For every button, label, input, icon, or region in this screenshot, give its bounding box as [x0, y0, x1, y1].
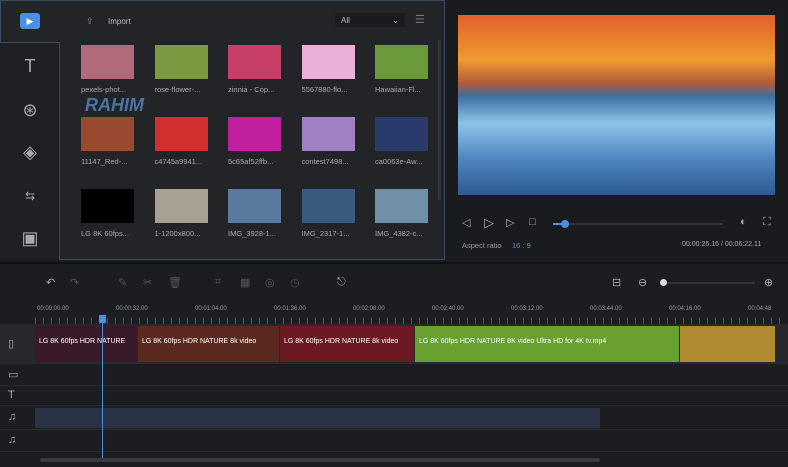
media-name: IMG_2317-1... [301, 229, 350, 238]
ruler-tick-label: 00:02:40.00 [432, 306, 464, 312]
video-clip[interactable]: LG 8K 60fps HDR NATURE 8k video [138, 326, 279, 362]
media-thumbnail[interactable] [375, 45, 428, 79]
record-icon[interactable]: ⎋ [337, 276, 346, 289]
media-thumbnail[interactable] [81, 117, 134, 151]
media-name: IMG_4382-c... [375, 229, 423, 238]
filter-value: All [341, 16, 350, 25]
undo-icon[interactable]: ↶ [46, 276, 55, 289]
text-track-icon: T [8, 389, 15, 401]
ruler-tick-label: 00:04:16.00 [669, 306, 701, 312]
audio-clip[interactable] [35, 408, 600, 428]
media-name: IMG_3928-1... [228, 229, 276, 238]
video-clip[interactable]: LG 8K 60fps HDR NATURE 8K video Ultra HD… [415, 326, 679, 362]
ruler-tick-label: 00:03:12.00 [511, 306, 543, 312]
delete-icon[interactable]: 🗑 [168, 276, 182, 289]
media-thumbnail[interactable] [154, 189, 208, 223]
volume-icon[interactable]: ◐ [740, 216, 747, 228]
filters-icon[interactable]: ⊛ [18, 99, 42, 121]
import-button[interactable]: Import [108, 17, 131, 26]
media-name: 1-1200x800... [154, 229, 201, 238]
media-thumbnail[interactable] [301, 117, 355, 151]
library-scrollbar[interactable] [438, 40, 441, 200]
media-thumbnail[interactable] [154, 45, 208, 79]
playback-slider[interactable] [553, 220, 723, 228]
media-thumbnail[interactable] [375, 189, 428, 223]
zoom-slider[interactable] [660, 279, 755, 286]
video-clip[interactable] [680, 326, 775, 362]
media-name: ca0063e-Aw... [375, 157, 423, 166]
media-thumbnail[interactable] [228, 117, 281, 151]
text-icon[interactable]: T [18, 55, 42, 77]
video-clip[interactable]: LG 8K 60fps HDR NATURE 8k video [280, 326, 414, 362]
fit-timeline-icon[interactable]: ⊟ [612, 276, 621, 289]
media-name: LG 8K 60fps... [81, 229, 129, 238]
chevron-down-icon: ⌄ [392, 16, 399, 25]
overlay-track [0, 364, 788, 386]
aspect-ratio-value[interactable]: 16 : 9 [512, 241, 531, 250]
duration-icon[interactable]: ◷ [290, 276, 300, 289]
zoom-out-icon[interactable]: ⊖ [638, 276, 647, 289]
music-track-icon: ♫ [8, 434, 17, 446]
ruler-tick-label: 00:00:32.00 [116, 306, 148, 312]
crop-icon[interactable]: ⌗ [215, 276, 221, 289]
music-track [0, 430, 788, 452]
media-thumbnail[interactable] [228, 45, 281, 79]
time-display: 00:00:26.16 / 00:06:22.11 [682, 241, 762, 248]
media-name: contest7498... [301, 157, 349, 166]
ruler-tick-label: 00:00:00.00 [37, 306, 69, 312]
media-name: 5567880-flo... [301, 85, 348, 94]
media-thumbnail[interactable] [375, 117, 428, 151]
next-frame-icon[interactable]: ▷ [506, 216, 514, 229]
media-thumbnail[interactable] [301, 45, 355, 79]
import-icon[interactable]: ⇪ [86, 16, 94, 27]
prev-frame-icon[interactable]: ◁ [462, 216, 470, 229]
video-track-icon: ▯ [8, 338, 15, 350]
playhead[interactable] [99, 315, 106, 460]
media-thumbnail[interactable] [81, 189, 134, 223]
zoom-in-icon[interactable]: ⊕ [764, 276, 773, 289]
aspect-ratio-label: Aspect ratio [462, 241, 502, 250]
video-clip[interactable]: LG 8K 60fps HDR NATURE [35, 326, 137, 362]
media-tab-button[interactable]: ▶ [20, 13, 40, 29]
ruler-tick-label: 00:02:08.00 [353, 306, 385, 312]
overlay-track-icon: ▭ [8, 369, 19, 381]
transition-icon[interactable]: ⇆ [18, 185, 42, 207]
cut-icon[interactable]: ✂ [143, 276, 152, 289]
media-name: 11147_Red-... [81, 157, 128, 166]
play-icon[interactable]: ▷ [484, 215, 494, 231]
media-thumbnail[interactable] [81, 45, 134, 79]
video-preview [458, 15, 775, 195]
ruler-tick-label: 00:04:48 [748, 306, 772, 312]
speed-icon[interactable]: ◎ [265, 276, 275, 289]
ruler-tick-label: 00:01:04.00 [195, 306, 227, 312]
media-name: Hawaiian-Fl... [375, 85, 421, 94]
overlay-icon[interactable]: ◈ [18, 141, 42, 163]
edit-icon[interactable]: ✎ [118, 276, 127, 289]
redo-icon[interactable]: ↷ [70, 276, 79, 289]
media-name: zinnia - Cop... [228, 85, 275, 94]
watermark-logo: RAHIM [85, 95, 144, 115]
timeline-scrollbar[interactable] [40, 458, 600, 462]
filter-dropdown[interactable]: All ⌄ [335, 13, 405, 27]
audio-track-icon: ♫ [8, 411, 17, 423]
stop-icon[interactable]: □ [529, 216, 536, 228]
media-thumbnail[interactable] [228, 189, 281, 223]
list-view-icon[interactable]: ☰ [415, 13, 425, 26]
media-name: pexels-phot... [81, 85, 127, 94]
left-toolbar: T ⊛ ◈ ⇆ ▣ [0, 42, 60, 260]
text-track [0, 386, 788, 406]
media-thumbnail[interactable] [154, 117, 208, 151]
media-name: rose-flower-... [154, 85, 201, 94]
fullscreen-icon[interactable]: ⛶ [763, 216, 771, 229]
media-name: 5c65af52ffb... [228, 157, 274, 166]
media-name: c4745a9941... [154, 157, 203, 166]
media-thumbnail[interactable] [301, 189, 355, 223]
ruler-tick-label: 00:01:36.00 [274, 306, 306, 312]
freeze-icon[interactable]: ▦ [240, 276, 250, 289]
ruler-tick-label: 00:03:44.00 [590, 306, 622, 312]
elements-icon[interactable]: ▣ [18, 227, 42, 249]
